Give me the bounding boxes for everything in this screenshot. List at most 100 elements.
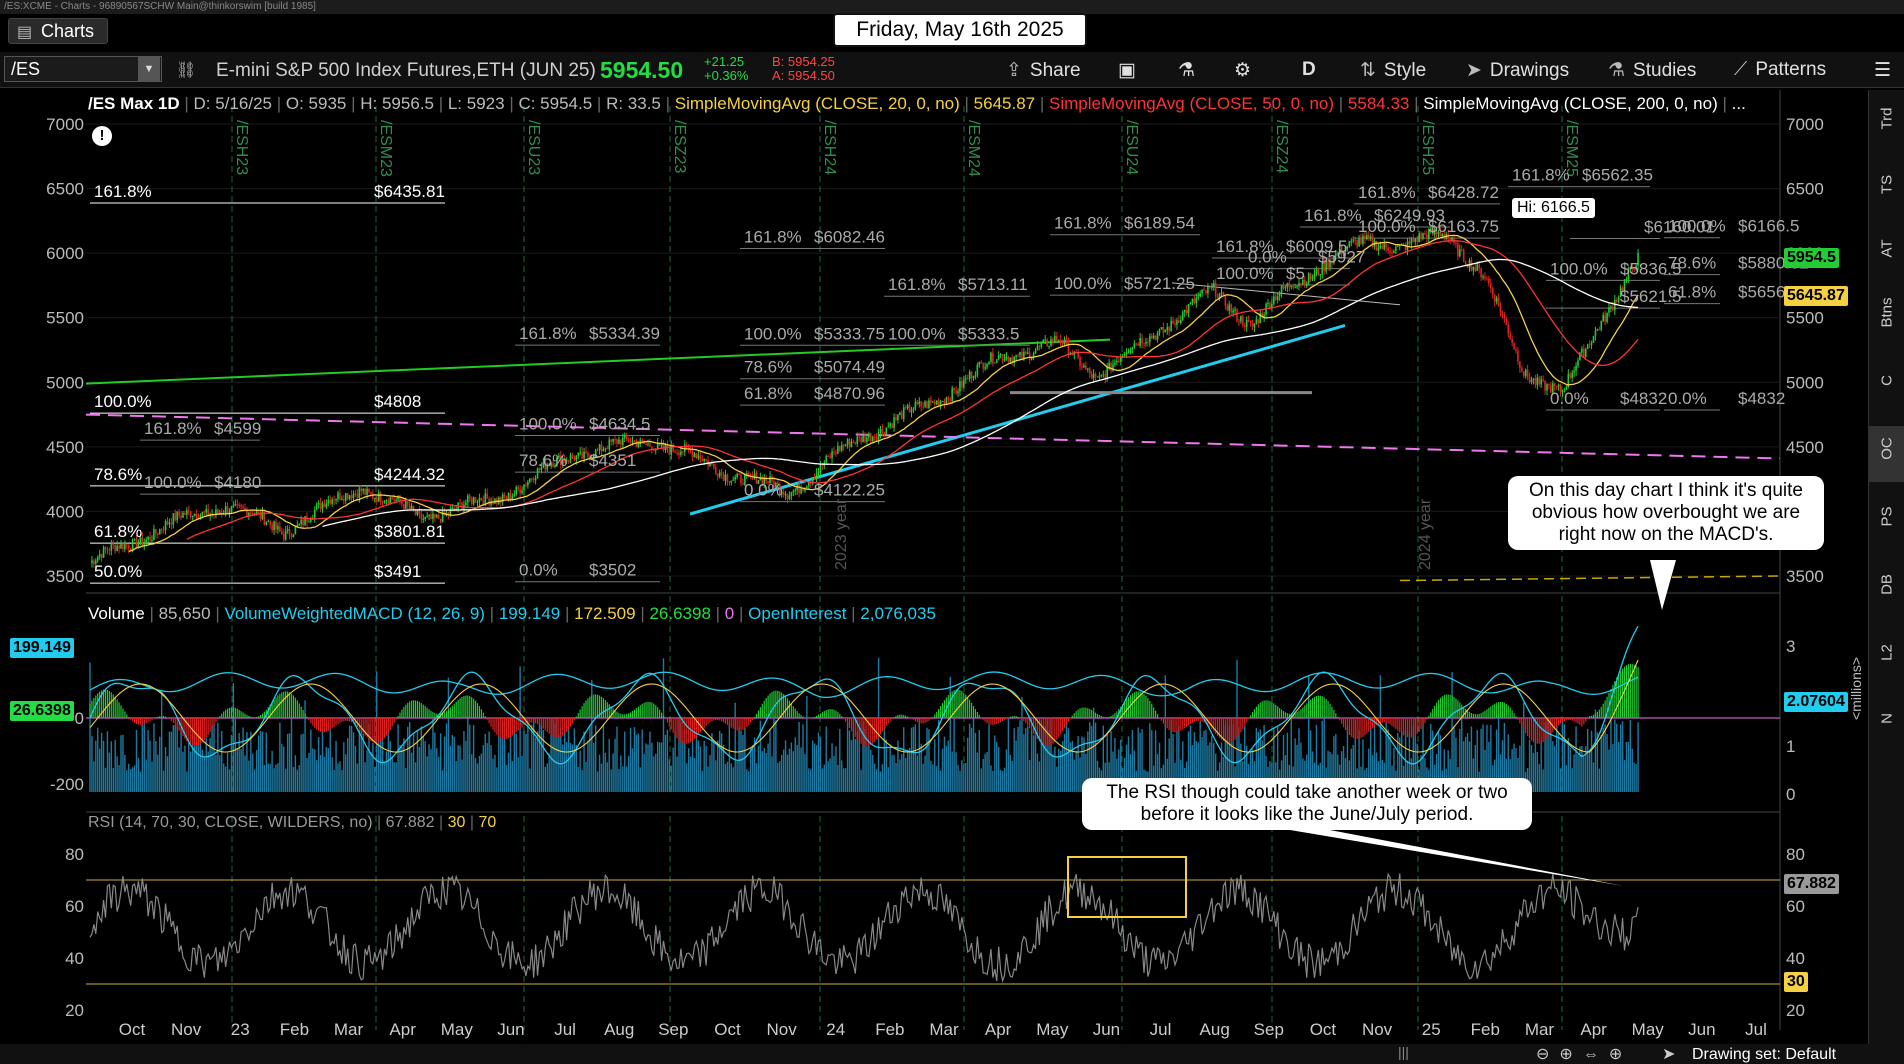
candle-body [1491, 288, 1494, 295]
patterns-button[interactable]: ⟋ Patterns [1734, 59, 1826, 81]
sidebar-item-db[interactable]: DB [1879, 567, 1896, 603]
candle-body [1478, 264, 1480, 269]
candle-body [420, 513, 423, 520]
x-axis-label: Aug [1200, 1020, 1230, 1039]
candle-body [633, 440, 636, 442]
sidebar-item-btns[interactable]: Btns [1879, 295, 1896, 331]
candle-body [933, 401, 936, 405]
charts-icon: ▤ [17, 24, 33, 41]
candle-body [1290, 286, 1293, 288]
candle-body [486, 493, 488, 499]
zoom-controls[interactable]: ⊖⊕⇔⊕ [1536, 1044, 1632, 1064]
menu-icon[interactable]: ☰ [1874, 59, 1891, 82]
bottom-bar: ||| ⊖⊕⇔⊕ ➤ Drawing set: Default [0, 1044, 1904, 1064]
x-axis-label: Jul [554, 1020, 576, 1039]
chart-canvas[interactable]: 7000700065006500600060005500550050005000… [0, 90, 1868, 1044]
candle-body [335, 498, 337, 501]
fib-pct-label: 161.8% [1304, 206, 1362, 225]
alert-icon[interactable]: ! [92, 126, 112, 146]
chart-area[interactable]: 7000700065006500600060005500550050005000… [0, 90, 1868, 1044]
candle-body [271, 524, 273, 531]
share-button[interactable]: ⇪ Share [1006, 59, 1081, 82]
flask-icon[interactable]: ⚗ [1178, 59, 1195, 82]
candle-body [1309, 273, 1312, 280]
candle-body [1505, 318, 1508, 325]
candle-body [515, 487, 518, 495]
sidebar-item-c[interactable]: C [1879, 363, 1896, 399]
rsi-header: RSI (14, 70, 30, CLOSE, WILDERS, no) | 6… [88, 814, 497, 831]
style-button[interactable]: ⇅ Style [1360, 59, 1426, 82]
candle-body [885, 427, 888, 435]
candle-body [1519, 361, 1521, 369]
candle-body [106, 549, 109, 551]
sidebar-item-n[interactable]: N [1879, 701, 1896, 737]
gear-icon[interactable]: ⚙ [1234, 59, 1251, 82]
candle-body [1604, 314, 1606, 322]
price-header: /ES Max 1D | D: 5/16/25 | O: 5935 | H: 5… [88, 94, 1746, 113]
contract-label: /ESM24 [965, 120, 982, 177]
charts-tab-label: Charts [41, 21, 95, 41]
candle-body [1028, 352, 1031, 360]
sma200-label[interactable]: SimpleMovingAvg (CLOSE, 200, 0, no) [1423, 94, 1718, 113]
candle-body [1034, 350, 1037, 354]
candle-body [180, 515, 182, 518]
candle-body [1158, 329, 1161, 334]
x-axis-label: Apr [389, 1020, 416, 1039]
rsi-annotation[interactable]: The RSI though could take another week o… [1082, 778, 1532, 830]
scroll-handle-icon[interactable]: ||| [1398, 1044, 1409, 1060]
candle-body [339, 492, 341, 500]
sidebar-item-oc[interactable]: OC [1879, 431, 1896, 467]
candle-body [331, 499, 333, 504]
candle-body [868, 433, 870, 438]
rsi-label[interactable]: RSI (14, 70, 30, CLOSE, WILDERS, no) [88, 814, 373, 831]
drawing-set-label[interactable]: Drawing set: Default [1692, 1046, 1836, 1064]
link-icon[interactable]: ⛓ [176, 60, 196, 80]
candle-body [451, 507, 454, 510]
volume-label[interactable]: Volume [88, 604, 145, 623]
candle-body [1236, 309, 1238, 321]
candle-body [160, 529, 163, 531]
candle-body [391, 497, 394, 500]
candle-body [1274, 296, 1277, 301]
fib-pct-label: 161.8% [1512, 166, 1570, 185]
sidebar-item-l2[interactable]: L2 [1879, 635, 1896, 671]
fib-price-label: $4122.25 [814, 481, 885, 500]
period-button[interactable]: D [1302, 59, 1316, 81]
candle-body [1573, 370, 1575, 373]
symbol-dropdown-icon[interactable]: ▼ [138, 57, 160, 81]
candle-body [1257, 319, 1260, 324]
sidebar-item-ts[interactable]: TS [1879, 167, 1896, 203]
candle-body [534, 477, 537, 481]
ask-value: A: 5954.50 [772, 68, 835, 83]
fib-pct-label: 78.6% [519, 451, 567, 470]
candle-body [1410, 238, 1413, 244]
crosshair-icon[interactable]: ➤ [1662, 1044, 1675, 1064]
candle-body [1226, 305, 1229, 311]
charts-tab[interactable]: ▤ Charts [8, 18, 108, 44]
sma50-value: 5584.33 [1347, 94, 1410, 113]
candle-body [1416, 238, 1418, 243]
studies-quick-icon[interactable]: ▣ [1118, 59, 1136, 82]
candle-body [627, 439, 630, 443]
candle-body [517, 487, 519, 490]
sidebar-item-at[interactable]: AT [1879, 231, 1896, 267]
sidebar-item-trd[interactable]: Trd [1879, 101, 1896, 137]
candle-body [315, 504, 318, 510]
candle-body [1317, 269, 1320, 276]
share-label: Share [1029, 60, 1081, 81]
candle-body [889, 423, 891, 427]
sidebar-item-ps[interactable]: PS [1879, 499, 1896, 535]
studies-button[interactable]: ⚗ Studies [1608, 59, 1696, 82]
candle-body [577, 452, 580, 456]
drawings-button[interactable]: ➤ Drawings [1466, 59, 1569, 82]
fib-price-label: $6166.5 [1738, 217, 1799, 236]
sma50-label[interactable]: SimpleMovingAvg (CLOSE, 50, 0, no) [1049, 94, 1334, 113]
header-more[interactable]: ... [1732, 94, 1746, 113]
sma20-label[interactable]: SimpleMovingAvg (CLOSE, 20, 0, no) [675, 94, 960, 113]
hi-label: Hi: 6166.5 [1512, 198, 1595, 218]
price-axis-label-left: 3500 [46, 567, 84, 586]
macd-annotation[interactable]: On this day chart I think it's quite obv… [1508, 476, 1824, 550]
macd-label[interactable]: VolumeWeightedMACD (12, 26, 9) [224, 604, 484, 623]
oi-label[interactable]: OpenInterest [748, 604, 846, 623]
candle-body [155, 529, 157, 534]
